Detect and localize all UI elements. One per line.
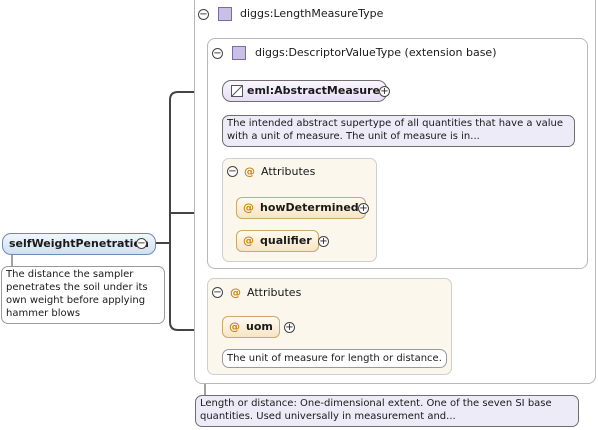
type-doc: Length or distance: One-dimensional exte… <box>195 395 579 427</box>
attribute-label: uom <box>246 320 273 333</box>
collapse-icon[interactable]: − <box>227 166 238 177</box>
abstract-measure-doc: The intended abstract supertype of all q… <box>222 115 575 147</box>
attribute-label: howDetermined <box>260 201 359 214</box>
attribute-qualifier[interactable]: @ qualifier <box>236 230 319 252</box>
expand-icon[interactable]: + <box>379 86 390 97</box>
expand-icon[interactable]: + <box>318 236 329 247</box>
uom-doc: The unit of measure for length or distan… <box>222 349 447 368</box>
attribute-icon: @ <box>244 165 255 178</box>
abstract-measure-label: eml:AbstractMeasure <box>247 84 381 97</box>
outer-attributes-title: Attributes <box>247 286 302 299</box>
type-title: diggs:LengthMeasureType <box>240 7 384 20</box>
extension-base-title: diggs:DescriptorValueType (extension bas… <box>255 46 497 59</box>
attribute-uom[interactable]: @ uom <box>222 316 280 338</box>
root-element-label: selfWeightPenetration <box>9 237 149 250</box>
collapse-icon[interactable]: − <box>136 238 147 249</box>
expand-icon[interactable]: + <box>284 322 295 333</box>
root-element-doc: The distance the sampler penetrates the … <box>1 266 165 324</box>
root-element[interactable]: selfWeightPenetration <box>2 233 156 255</box>
complex-type-icon <box>232 46 246 60</box>
attribute-howdetermined[interactable]: @ howDetermined <box>236 197 366 219</box>
complex-type-icon <box>218 7 232 21</box>
inner-attributes-header: @ Attributes <box>244 165 315 179</box>
outer-attributes-header: @ Attributes <box>230 286 301 300</box>
abstract-measure-element[interactable]: eml:AbstractMeasure <box>222 80 388 102</box>
attribute-icon: @ <box>229 320 240 333</box>
inner-attributes-title: Attributes <box>261 165 316 178</box>
attribute-label: qualifier <box>260 234 312 247</box>
abstract-element-icon <box>231 85 243 97</box>
attribute-icon: @ <box>243 201 254 214</box>
collapse-icon[interactable]: − <box>212 48 223 59</box>
attribute-icon: @ <box>243 234 254 247</box>
collapse-icon[interactable]: − <box>198 9 209 20</box>
expand-icon[interactable]: + <box>358 203 369 214</box>
attribute-icon: @ <box>230 286 241 299</box>
collapse-icon[interactable]: − <box>212 287 223 298</box>
